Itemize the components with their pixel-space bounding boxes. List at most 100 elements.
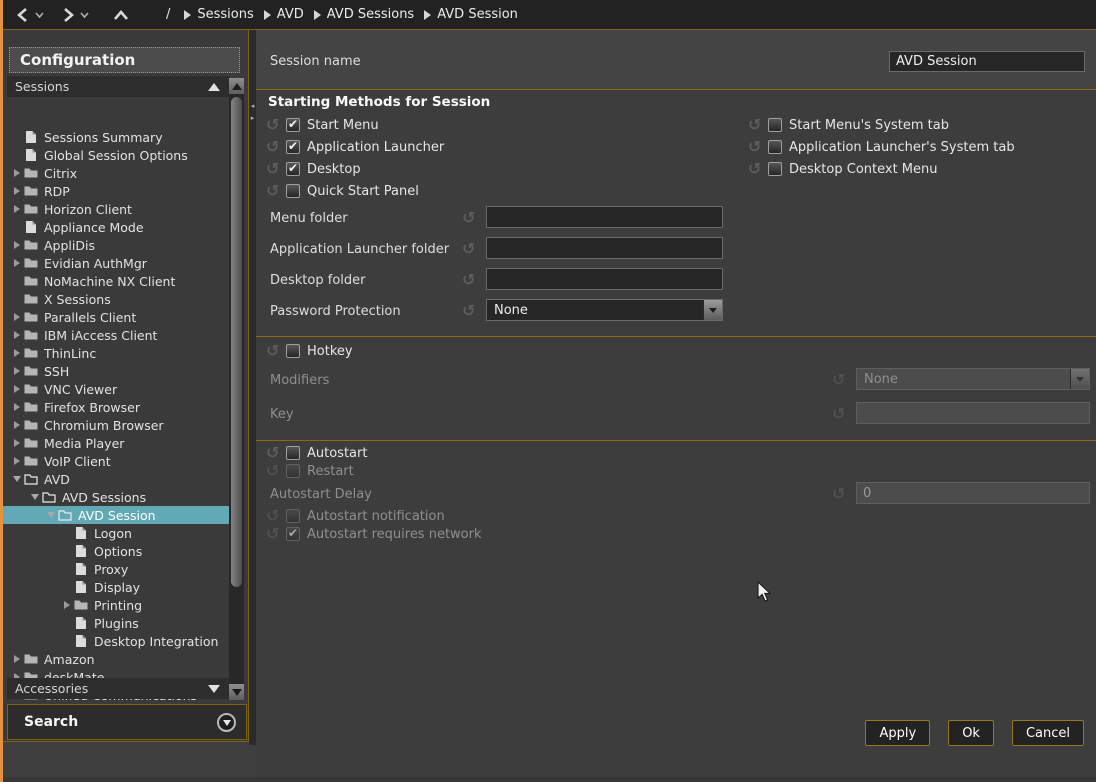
reset-to-default-icon[interactable]: ↺ bbox=[462, 239, 475, 258]
tree-item-amazon[interactable]: Amazon bbox=[3, 650, 229, 668]
tree-scrollbar[interactable] bbox=[229, 78, 244, 700]
tree-item-display[interactable]: Display bbox=[3, 578, 229, 596]
reset-to-default-icon[interactable]: ↺ bbox=[266, 343, 286, 359]
quick-start-panel-checkbox[interactable] bbox=[286, 184, 300, 198]
start-menu-s-system-tab-checkbox[interactable] bbox=[768, 118, 782, 132]
chevron-down-icon[interactable] bbox=[34, 10, 45, 20]
section-header-sessions[interactable]: Sessions bbox=[7, 76, 230, 97]
reset-to-default-icon[interactable]: ↺ bbox=[266, 508, 286, 524]
collapse-arrow-icon[interactable] bbox=[11, 476, 23, 482]
tree-item-ibm-iaccess-client[interactable]: IBM iAccess Client bbox=[3, 326, 229, 344]
reset-to-default-icon[interactable]: ↺ bbox=[832, 370, 845, 389]
tree-item-desktop-integration[interactable]: Desktop Integration bbox=[3, 632, 229, 650]
expand-arrow-icon[interactable] bbox=[11, 331, 23, 339]
collapse-arrow-icon[interactable] bbox=[45, 512, 57, 518]
tree-item-evidian-authmgr[interactable]: Evidian AuthMgr bbox=[3, 254, 229, 272]
application-launcher-s-system-tab-checkbox[interactable] bbox=[768, 140, 782, 154]
expand-arrow-icon[interactable] bbox=[11, 403, 23, 411]
expand-arrow-icon[interactable] bbox=[11, 259, 23, 267]
tree-item-citrix[interactable]: Citrix bbox=[3, 164, 229, 182]
expand-arrow-icon[interactable] bbox=[11, 205, 23, 213]
expand-arrow-icon[interactable] bbox=[11, 241, 23, 249]
tree-item-voip-client[interactable]: VoIP Client bbox=[3, 452, 229, 470]
expand-arrow-icon[interactable] bbox=[11, 421, 23, 429]
reset-to-default-icon[interactable]: ↺ bbox=[266, 445, 286, 461]
tree-item-ssh[interactable]: SSH bbox=[3, 362, 229, 380]
sidebar-splitter[interactable] bbox=[249, 30, 256, 745]
tree-item-parallels-client[interactable]: Parallels Client bbox=[3, 308, 229, 326]
tree-item-global-session-options[interactable]: Global Session Options bbox=[3, 146, 229, 164]
splitter-handle[interactable]: ◂▸ bbox=[249, 100, 256, 124]
breadcrumb-item[interactable]: AVD Session bbox=[424, 7, 518, 22]
desktop-checkbox[interactable] bbox=[286, 162, 300, 176]
scroll-up-button[interactable] bbox=[229, 78, 244, 94]
reset-to-default-icon[interactable]: ↺ bbox=[462, 301, 475, 320]
reset-to-default-icon[interactable]: ↺ bbox=[832, 484, 845, 503]
up-button[interactable] bbox=[112, 7, 130, 23]
scroll-down-button[interactable] bbox=[229, 684, 244, 700]
tree-item-avd-sessions[interactable]: AVD Sessions bbox=[3, 488, 229, 506]
back-button[interactable] bbox=[14, 6, 45, 24]
reset-to-default-icon[interactable]: ↺ bbox=[462, 270, 475, 289]
tree-item-vnc-viewer[interactable]: VNC Viewer bbox=[3, 380, 229, 398]
scrollbar-thumb[interactable] bbox=[230, 96, 243, 588]
tree-item-rdp[interactable]: RDP bbox=[3, 182, 229, 200]
reset-to-default-icon[interactable]: ↺ bbox=[832, 404, 845, 423]
expand-arrow-icon[interactable] bbox=[11, 457, 23, 465]
hotkey-checkbox[interactable] bbox=[286, 344, 300, 358]
application-launcher-checkbox[interactable] bbox=[286, 140, 300, 154]
reset-to-default-icon[interactable]: ↺ bbox=[748, 139, 768, 155]
forward-button[interactable] bbox=[59, 6, 90, 24]
tree-item-logon[interactable]: Logon bbox=[3, 524, 229, 542]
chevron-down-icon[interactable] bbox=[79, 10, 90, 20]
breadcrumb-item[interactable]: AVD Sessions bbox=[314, 7, 414, 22]
tree-item-proxy[interactable]: Proxy bbox=[3, 560, 229, 578]
session-name-input[interactable] bbox=[889, 51, 1085, 72]
breadcrumb-root[interactable]: / bbox=[166, 7, 170, 22]
tree-item-printing[interactable]: Printing bbox=[3, 596, 229, 614]
tree-item-media-player[interactable]: Media Player bbox=[3, 434, 229, 452]
reset-to-default-icon[interactable]: ↺ bbox=[266, 117, 286, 133]
tree-item-plugins[interactable]: Plugins bbox=[3, 614, 229, 632]
expand-arrow-icon[interactable] bbox=[11, 655, 23, 663]
tree-item-nomachine-nx-client[interactable]: NoMachine NX Client bbox=[3, 272, 229, 290]
desktop-context-menu-checkbox[interactable] bbox=[768, 162, 782, 176]
start-menu-checkbox[interactable] bbox=[286, 118, 300, 132]
tree-item-options[interactable]: Options bbox=[3, 542, 229, 560]
collapse-arrow-icon[interactable] bbox=[29, 494, 41, 500]
tree-item-thinlinc[interactable]: ThinLinc bbox=[3, 344, 229, 362]
reset-to-default-icon[interactable]: ↺ bbox=[266, 161, 286, 177]
search-expand-button[interactable] bbox=[217, 713, 236, 732]
reset-to-default-icon[interactable]: ↺ bbox=[266, 526, 286, 542]
section-header-accessories[interactable]: Accessories bbox=[7, 678, 230, 699]
tree-item-chromium-browser[interactable]: Chromium Browser bbox=[3, 416, 229, 434]
reset-to-default-icon[interactable]: ↺ bbox=[266, 183, 286, 199]
tree-item-avd[interactable]: AVD bbox=[3, 470, 229, 488]
expand-arrow-icon[interactable] bbox=[11, 313, 23, 321]
tree-item-appliance-mode[interactable]: Appliance Mode bbox=[3, 218, 229, 236]
cancel-button[interactable]: Cancel bbox=[1012, 720, 1084, 746]
reset-to-default-icon[interactable]: ↺ bbox=[462, 208, 475, 227]
menu-folder-input[interactable] bbox=[486, 206, 723, 228]
autostart-checkbox[interactable] bbox=[286, 446, 300, 460]
apply-button[interactable]: Apply bbox=[865, 720, 930, 746]
expand-arrow-icon[interactable] bbox=[11, 349, 23, 357]
tree-item-firefox-browser[interactable]: Firefox Browser bbox=[3, 398, 229, 416]
reset-to-default-icon[interactable]: ↺ bbox=[266, 139, 286, 155]
select-dropdown-button[interactable] bbox=[703, 300, 722, 320]
tree-item-applidis[interactable]: AppliDis bbox=[3, 236, 229, 254]
tree-item-avd-session[interactable]: AVD Session bbox=[3, 506, 229, 524]
breadcrumb-item[interactable]: Sessions bbox=[184, 7, 253, 22]
expand-arrow-icon[interactable] bbox=[11, 385, 23, 393]
tree-item-x-sessions[interactable]: X Sessions bbox=[3, 290, 229, 308]
expand-arrow-icon[interactable] bbox=[11, 439, 23, 447]
reset-to-default-icon[interactable]: ↺ bbox=[266, 463, 286, 479]
expand-arrow-icon[interactable] bbox=[11, 169, 23, 177]
password-protection-select[interactable]: None bbox=[486, 299, 723, 321]
expand-arrow-icon[interactable] bbox=[11, 187, 23, 195]
breadcrumb-item[interactable]: AVD bbox=[264, 7, 304, 22]
expand-arrow-icon[interactable] bbox=[11, 367, 23, 375]
ok-button[interactable]: Ok bbox=[948, 720, 994, 746]
expand-arrow-icon[interactable] bbox=[61, 601, 73, 609]
application-launcher-folder-input[interactable] bbox=[486, 237, 723, 259]
